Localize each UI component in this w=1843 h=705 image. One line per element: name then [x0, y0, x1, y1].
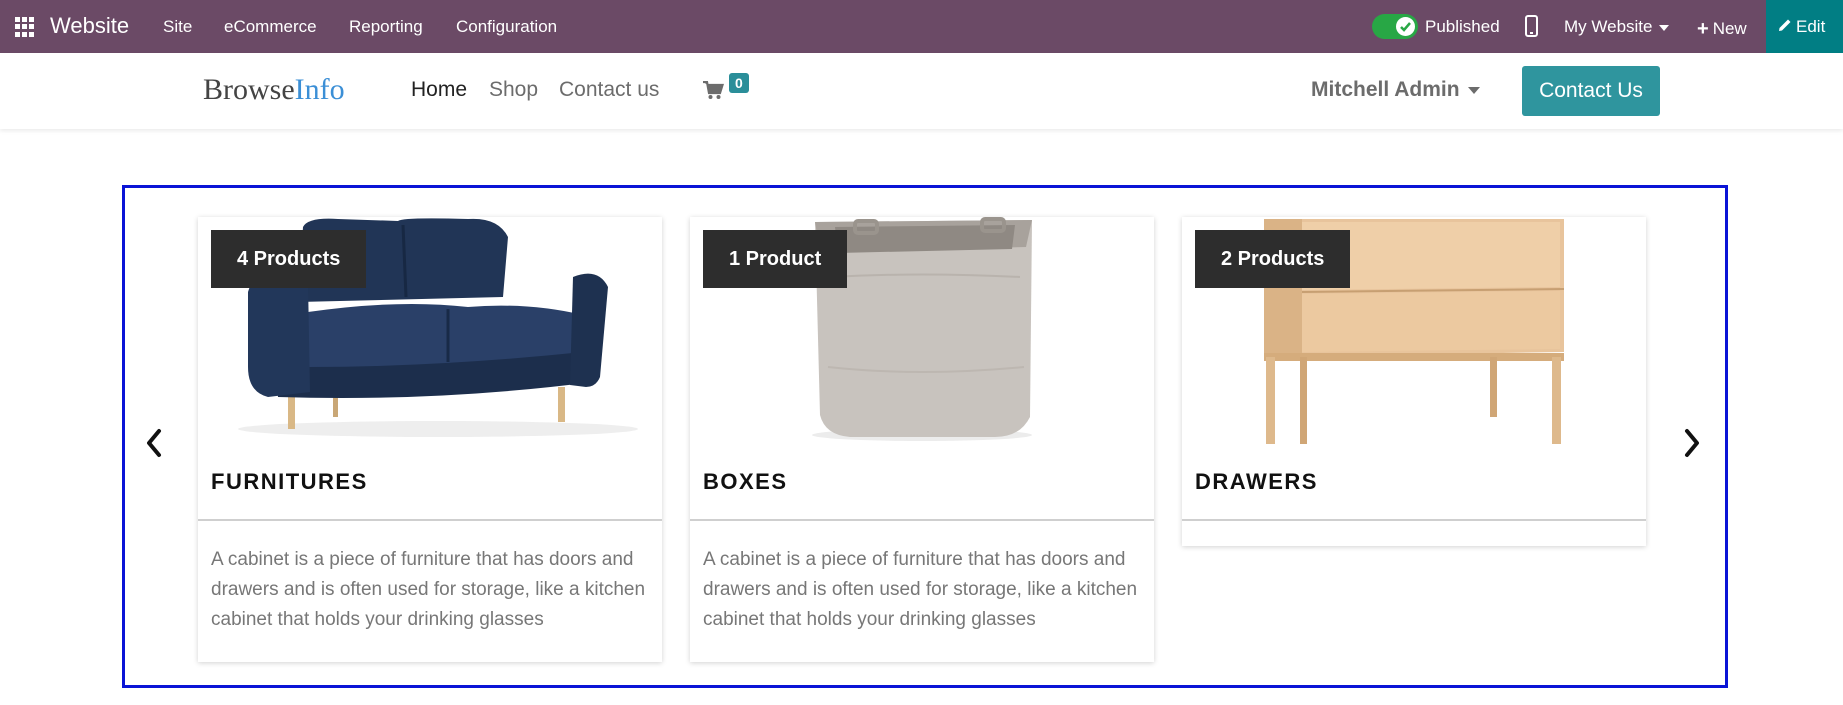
app-brand[interactable]: Website	[50, 13, 129, 39]
category-card-drawers[interactable]: 2 Products DRAWERS	[1182, 217, 1646, 546]
category-card-furnitures[interactable]: 4 Products FURNITURES A cabinet is a pie…	[198, 217, 662, 662]
cart-icon[interactable]	[703, 80, 724, 105]
product-count-badge: 1 Product	[703, 230, 848, 288]
odoo-top-bar: Website Site eCommerce Reporting Configu…	[0, 0, 1843, 53]
category-carousel: 4 Products FURNITURES A cabinet is a pie…	[122, 185, 1728, 688]
fabric-basket-image: 1 Product	[690, 217, 1154, 444]
category-title: BOXES	[690, 444, 1154, 521]
user-name: Mitchell Admin	[1311, 78, 1460, 101]
new-button[interactable]: + New	[1697, 17, 1747, 40]
nav-shop[interactable]: Shop	[489, 78, 538, 102]
cart-count-badge: 0	[729, 73, 749, 93]
carousel-next-arrow[interactable]	[1683, 428, 1701, 463]
product-count-badge: 2 Products	[1195, 230, 1351, 288]
user-menu[interactable]: Mitchell Admin	[1311, 78, 1480, 102]
caret-down-icon	[1658, 24, 1669, 31]
menu-site[interactable]: Site	[163, 17, 192, 37]
apps-grid-icon[interactable]	[15, 17, 35, 37]
category-description: A cabinet is a piece of furniture that h…	[211, 549, 646, 630]
category-description: A cabinet is a piece of furniture that h…	[703, 549, 1138, 630]
plus-icon: +	[1697, 18, 1709, 40]
published-toggle[interactable]	[1372, 14, 1418, 39]
edit-button[interactable]: Edit	[1766, 0, 1843, 53]
wooden-drawer-image: 2 Products	[1182, 217, 1646, 444]
nav-contact-us[interactable]: Contact us	[559, 78, 659, 102]
caret-down-icon	[1467, 86, 1480, 94]
published-label: Published	[1425, 17, 1500, 36]
my-website-label: My Website	[1564, 17, 1653, 36]
logo-part-browse: Browse	[203, 73, 295, 106]
pencil-icon	[1779, 19, 1791, 31]
category-card-boxes[interactable]: 1 Product BOXES A cabinet is a piece of …	[690, 217, 1154, 662]
chevron-left-icon	[147, 429, 161, 457]
category-title: FURNITURES	[198, 444, 662, 521]
edit-label: Edit	[1796, 17, 1826, 36]
category-title: DRAWERS	[1182, 444, 1646, 521]
mobile-preview-icon[interactable]	[1525, 15, 1538, 37]
menu-reporting[interactable]: Reporting	[349, 17, 423, 37]
website-header: BrowseInfo Home Shop Contact us 0 Mitche…	[0, 53, 1843, 129]
carousel-prev-arrow[interactable]	[145, 428, 163, 463]
contact-us-button[interactable]: Contact Us	[1522, 66, 1660, 116]
nav-home[interactable]: Home	[411, 78, 467, 102]
logo-part-info: Info	[294, 73, 345, 106]
check-icon	[1400, 22, 1411, 32]
sofa-image: 4 Products	[198, 217, 662, 444]
menu-ecommerce[interactable]: eCommerce	[224, 17, 317, 37]
chevron-right-icon	[1685, 429, 1699, 457]
toggle-knob	[1396, 17, 1415, 36]
product-count-badge: 4 Products	[211, 230, 367, 288]
new-label: New	[1712, 19, 1747, 38]
menu-configuration[interactable]: Configuration	[456, 17, 557, 37]
my-website-dropdown[interactable]: My Website	[1564, 17, 1669, 37]
site-logo[interactable]: BrowseInfo	[203, 73, 345, 107]
